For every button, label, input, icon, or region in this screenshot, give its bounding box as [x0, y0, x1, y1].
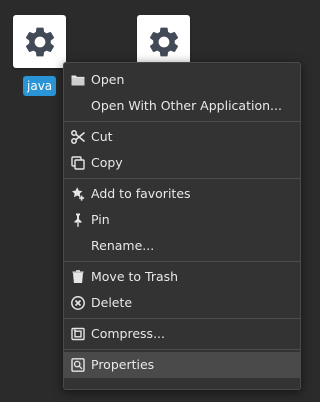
menu-item-pin[interactable]: Pin [64, 207, 300, 233]
menu-item-move-to-trash[interactable]: Move to Trash [64, 264, 300, 290]
gear-icon [149, 27, 178, 56]
no-icon-placeholder [70, 98, 86, 114]
menu-item-label-open: Open [91, 72, 125, 87]
menu-item-label-add-to-favorites: Add to favorites [91, 186, 191, 201]
trash-icon [70, 269, 86, 285]
menu-separator [64, 261, 300, 262]
menu-separator [64, 318, 300, 319]
properties-icon [70, 357, 86, 373]
no-icon-placeholder [70, 238, 86, 254]
menu-item-rename[interactable]: Rename... [64, 233, 300, 259]
gear-icon [25, 27, 54, 56]
menu-item-label-rename: Rename... [91, 238, 155, 253]
menu-item-copy[interactable]: Copy [64, 150, 300, 176]
copy-icon [70, 155, 86, 171]
menu-item-label-compress: Compress... [91, 326, 165, 341]
desktop-background: java Open Open With Other Application... [0, 0, 315, 402]
delete-circle-icon [70, 295, 86, 311]
menu-item-properties[interactable]: Properties [64, 352, 300, 378]
menu-item-label-cut: Cut [91, 129, 113, 144]
menu-item-add-to-favorites[interactable]: Add to favorites [64, 181, 300, 207]
menu-item-label-move-to-trash: Move to Trash [91, 269, 179, 284]
menu-item-label-delete: Delete [91, 295, 133, 310]
menu-item-delete[interactable]: Delete [64, 290, 300, 316]
desktop-file-java[interactable] [13, 15, 66, 68]
menu-item-open-with[interactable]: Open With Other Application... [64, 93, 300, 119]
menu-item-label-properties: Properties [91, 357, 155, 372]
folder-icon [70, 72, 86, 88]
menu-separator [64, 121, 300, 122]
file-label-java[interactable]: java [23, 76, 57, 96]
scissors-icon [70, 129, 86, 145]
menu-item-label-copy: Copy [91, 155, 123, 170]
menu-item-open[interactable]: Open [64, 67, 300, 93]
menu-item-label-pin: Pin [91, 212, 110, 227]
menu-item-label-open-with: Open With Other Application... [91, 98, 282, 113]
menu-separator [64, 178, 300, 179]
archive-icon [70, 326, 86, 342]
context-menu: Open Open With Other Application... Cut [63, 62, 301, 390]
star-plus-icon [70, 186, 86, 202]
menu-item-cut[interactable]: Cut [64, 124, 300, 150]
desktop-file-2[interactable] [137, 15, 190, 68]
pin-icon [70, 212, 86, 228]
menu-separator [64, 349, 300, 350]
menu-item-compress[interactable]: Compress... [64, 321, 300, 347]
